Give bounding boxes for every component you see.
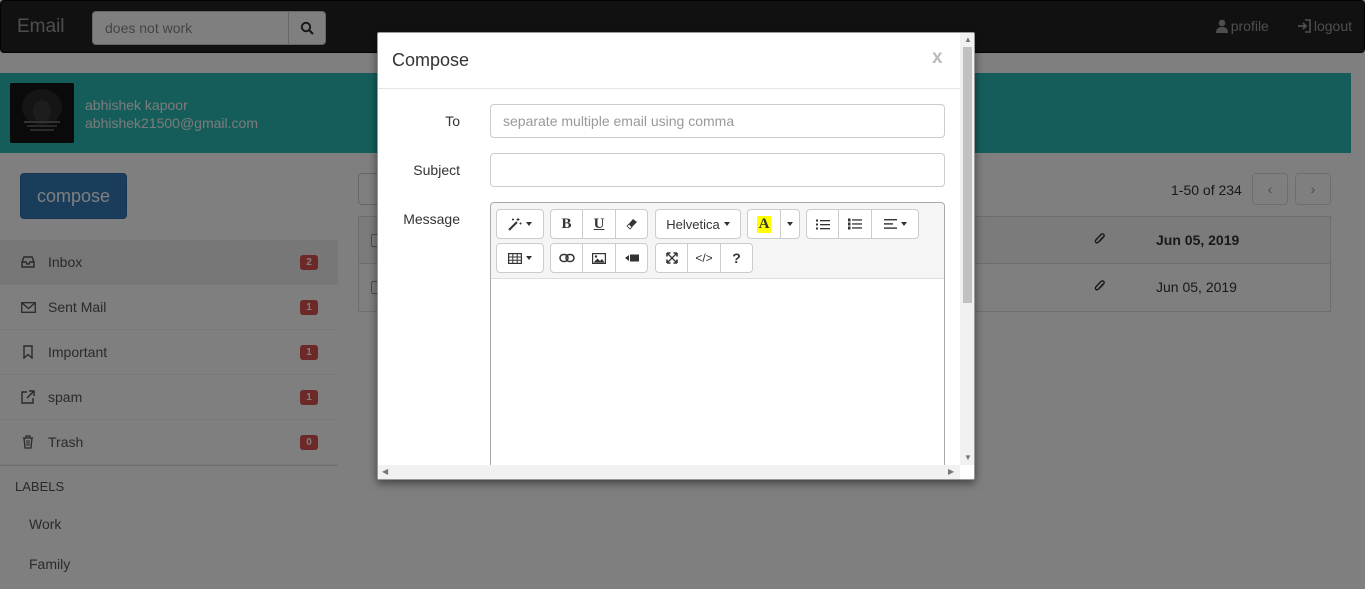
text-color-icon: A bbox=[756, 215, 772, 233]
scroll-down-icon: ▼ bbox=[964, 453, 972, 462]
fullscreen-icon bbox=[665, 252, 678, 264]
underline-button[interactable]: U bbox=[582, 209, 616, 239]
help-button[interactable]: ? bbox=[720, 243, 753, 273]
bold-icon: B bbox=[561, 215, 572, 232]
modal-header: Compose x bbox=[378, 33, 960, 89]
code-view-icon: </> bbox=[695, 251, 713, 265]
compose-dialog: Compose x To Subject Message B U Helveti… bbox=[377, 32, 975, 480]
insert-video-button[interactable] bbox=[615, 243, 648, 273]
table-dropdown[interactable] bbox=[496, 243, 544, 273]
insert-link-button[interactable] bbox=[550, 243, 583, 273]
ordered-list-icon bbox=[848, 218, 862, 230]
subject-label: Subject bbox=[413, 162, 460, 178]
unordered-list-icon bbox=[815, 219, 830, 229]
text-color-button[interactable]: A bbox=[747, 209, 781, 239]
picture-icon bbox=[592, 252, 606, 264]
clear-format-button[interactable] bbox=[615, 209, 648, 239]
modal-title: Compose bbox=[392, 50, 470, 70]
font-name-dropdown[interactable]: Helvetica bbox=[655, 209, 741, 239]
table-icon bbox=[508, 252, 522, 264]
to-label: To bbox=[445, 113, 460, 129]
underline-icon: U bbox=[593, 215, 605, 232]
unordered-list-button[interactable] bbox=[806, 209, 839, 239]
scroll-thumb[interactable] bbox=[963, 47, 972, 303]
style-dropdown[interactable] bbox=[496, 209, 544, 239]
help-icon: ? bbox=[732, 250, 741, 266]
magic-icon bbox=[508, 218, 522, 231]
editor-toolbar: B U Helvetica A </> ? bbox=[491, 203, 944, 279]
message-label: Message bbox=[403, 211, 460, 227]
modal-vertical-scrollbar[interactable]: ▲ ▼ bbox=[960, 33, 974, 465]
link-icon bbox=[558, 253, 575, 263]
bold-button[interactable]: B bbox=[550, 209, 583, 239]
font-name-value: Helvetica bbox=[666, 216, 720, 232]
subject-field[interactable] bbox=[490, 153, 945, 187]
ordered-list-button[interactable] bbox=[838, 209, 872, 239]
paragraph-dropdown[interactable] bbox=[871, 209, 919, 239]
scroll-right-icon: ▶ bbox=[948, 467, 955, 476]
code-view-button[interactable]: </> bbox=[687, 243, 721, 273]
insert-picture-button[interactable] bbox=[582, 243, 616, 273]
scroll-up-icon: ▲ bbox=[964, 35, 972, 44]
scroll-left-icon: ◀ bbox=[382, 467, 389, 476]
fullscreen-button[interactable] bbox=[655, 243, 688, 273]
video-icon bbox=[624, 254, 639, 262]
modal-horizontal-scrollbar[interactable]: ◀ ▶ bbox=[378, 465, 960, 479]
message-editor: B U Helvetica A </> ? bbox=[490, 202, 945, 479]
eraser-icon bbox=[625, 219, 637, 230]
to-field[interactable] bbox=[490, 104, 945, 138]
color-dropdown-toggle[interactable] bbox=[780, 209, 800, 239]
close-icon[interactable]: x bbox=[932, 47, 943, 69]
align-icon bbox=[883, 219, 897, 229]
message-body[interactable] bbox=[491, 279, 944, 479]
